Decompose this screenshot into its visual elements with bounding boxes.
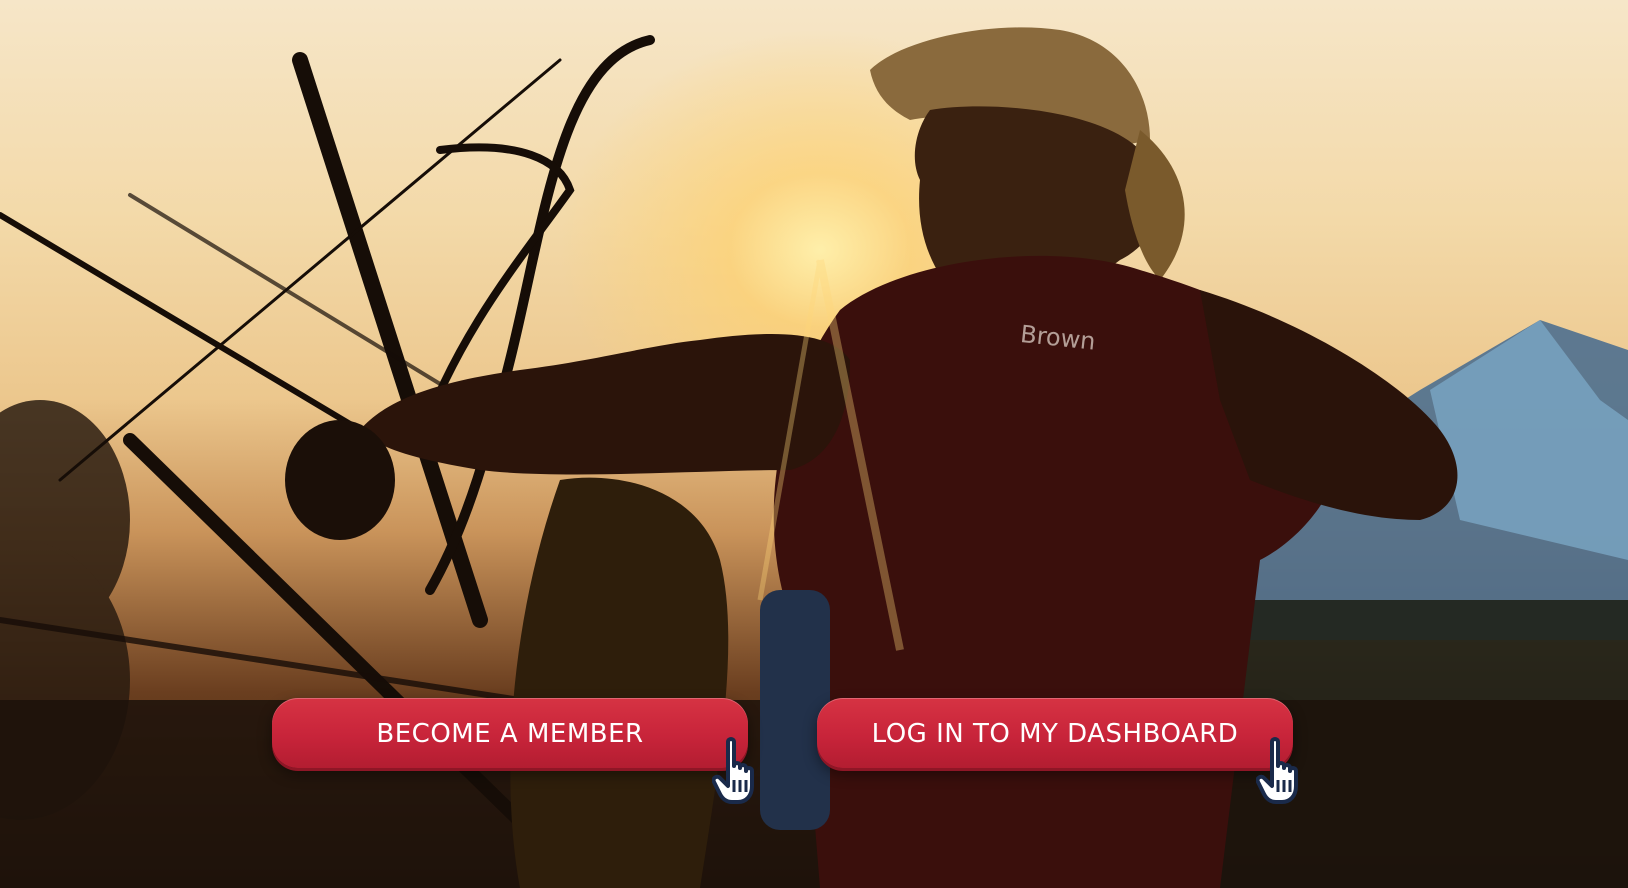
become-member-button[interactable]: BECOME A MEMBER bbox=[272, 698, 748, 768]
hero-banner: Brown BECOME A MEMBER LOG IN TO MY DASHB… bbox=[0, 0, 1628, 888]
hand-pointer-icon bbox=[1256, 737, 1298, 804]
dashboard-login-label: LOG IN TO MY DASHBOARD bbox=[871, 719, 1239, 749]
hand-pointer-icon bbox=[712, 737, 754, 804]
archery-silhouette-photo: Brown bbox=[0, 27, 1628, 888]
dashboard-login-button[interactable]: LOG IN TO MY DASHBOARD bbox=[817, 698, 1293, 768]
become-member-label: BECOME A MEMBER bbox=[376, 719, 644, 749]
